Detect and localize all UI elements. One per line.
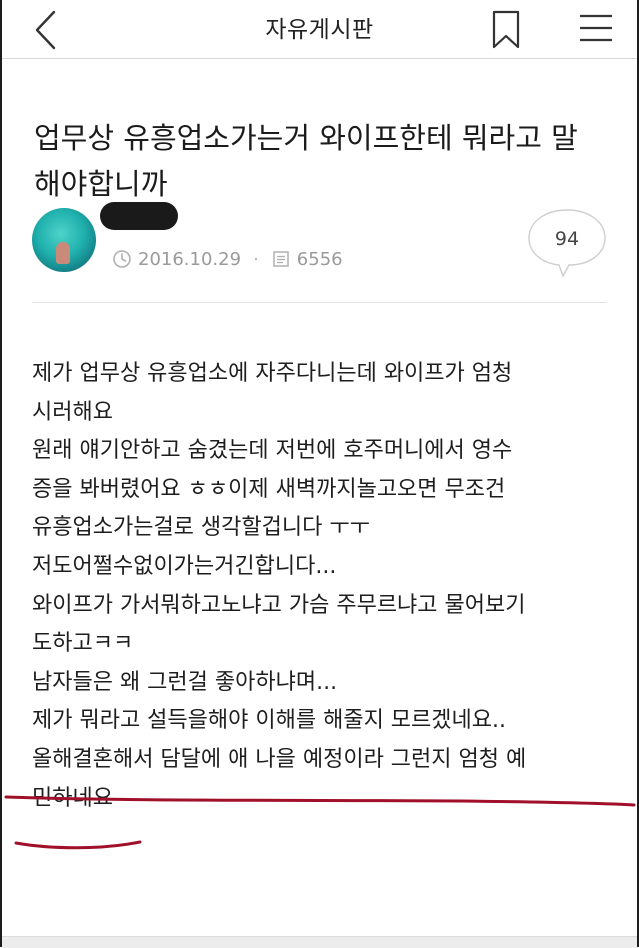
- body-line: 도하고ㅋㅋ: [32, 631, 134, 657]
- post-date: 2016.10.29: [138, 248, 242, 270]
- board-title: 자유게시판: [265, 17, 374, 43]
- view-count: 6556: [296, 248, 343, 270]
- body-line: 저도어쩔수없이가는거긴합니다...: [32, 553, 337, 579]
- body-line: 원래 얘기안하고 숨겼는데 저번에 호주머니에서 영수: [32, 438, 513, 464]
- body-line: 올해결혼해서 담달에 애 나을 예정이라 그런지 엄청 예: [32, 746, 527, 772]
- post-body: 제가 업무상 유흥업소에 자주다니는데 와이프가 엄청 시러해요 원래 얘기안하…: [32, 355, 612, 818]
- body-line: 남자들은 왜 그런걸 좋아하냐며...: [32, 669, 338, 695]
- comment-count: 94: [554, 228, 580, 250]
- body-line: 제가 업무상 유흥업소에 자주다니는데 와이프가 엄청: [32, 361, 513, 386]
- avatar[interactable]: [32, 208, 96, 272]
- hamburger-menu-icon: [580, 14, 612, 42]
- header-divider: [32, 302, 607, 303]
- document-icon: [273, 251, 289, 267]
- bookmark-button[interactable]: [486, 6, 526, 52]
- body-line: 제가 뭐라고 설득을해야 이해를 해줄지 모르겠네요..: [32, 708, 506, 734]
- body-line: 유흥업소가는걸로 생각할겁니다 ㅜㅜ: [32, 515, 370, 541]
- body-line: 민하네요: [32, 785, 113, 811]
- post-title: 업무상 유흥업소가는거 와이프한테 뭐라고 말해야합니까: [34, 121, 578, 202]
- top-bar: 자유게시판: [2, 0, 637, 59]
- clock-icon: [113, 250, 131, 268]
- screen: 자유게시판 업무상 유흥업소가는거 와이프한테 뭐라고 말해야합니까 2016.…: [0, 0, 639, 948]
- left-border: [0, 0, 2, 947]
- redacted-username: [100, 202, 178, 230]
- avatar-figure: [56, 242, 70, 264]
- body-line: 시러해요: [32, 399, 113, 425]
- menu-button[interactable]: [574, 6, 618, 52]
- body-line: 와이프가 가서뭐하고노냐고 가슴 주무르냐고 물어보기: [32, 592, 526, 618]
- comment-button[interactable]: 94: [527, 208, 607, 278]
- bottom-strip: [2, 936, 637, 948]
- meta-separator: ·: [253, 248, 259, 270]
- post-meta: 2016.10.29 · 6556: [112, 246, 343, 272]
- bookmark-icon: [492, 10, 520, 49]
- body-line: 증을 봐버렸어요 ㅎㅎ이제 새벽까지놀고오면 무조건: [32, 476, 506, 502]
